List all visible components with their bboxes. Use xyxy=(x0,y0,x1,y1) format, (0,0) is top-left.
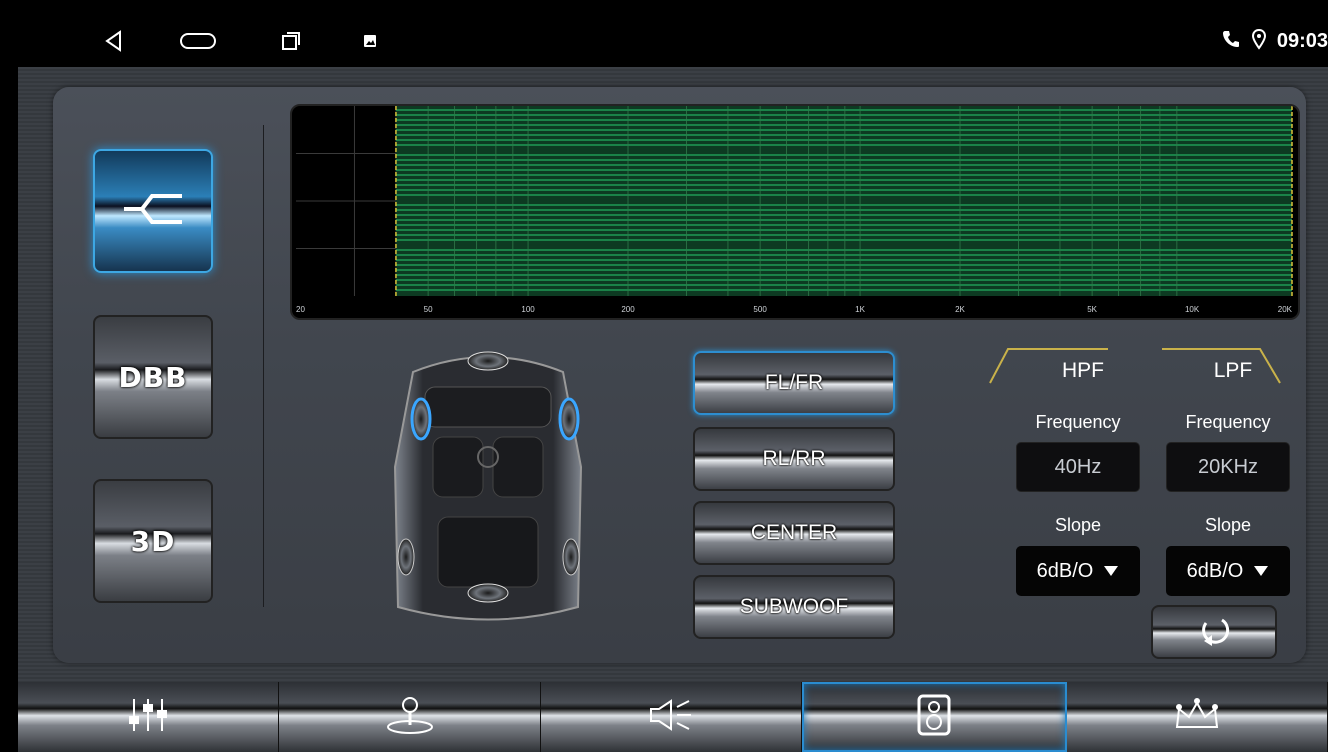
lpf-slope-select[interactable]: 6dB/O xyxy=(1166,546,1290,596)
speaker-icon xyxy=(916,694,952,741)
dbb-mode-button[interactable]: DBB xyxy=(93,315,213,439)
spectrum-svg: 20 50 100 200 500 1K 2K 5K 10K 20K xyxy=(296,106,1293,314)
car-speaker-diagram xyxy=(343,347,633,627)
main-stage: DBB 3D 20 50 100 200 500 1K 2K 5K 10K 20K xyxy=(18,67,1328,752)
x-tick-label: 100 xyxy=(521,305,535,314)
status-bar: 09:03 xyxy=(18,15,1328,67)
channel-label: SUBWOOF xyxy=(739,595,849,618)
audio-panel: DBB 3D 20 50 100 200 500 1K 2K 5K 10K 20K xyxy=(53,87,1306,663)
hpf-slope-value: 6dB/O xyxy=(1036,559,1094,582)
3d-mode-button[interactable]: 3D xyxy=(93,479,213,603)
hpf-frequency-label: Frequency xyxy=(1035,412,1121,432)
channel-rl-rr-button[interactable]: RL/RR xyxy=(693,427,895,491)
recents-icon[interactable] xyxy=(276,15,306,67)
hpf-title: HPF xyxy=(1062,359,1104,382)
x-tick-label: 5K xyxy=(1087,305,1097,314)
crossover-mode-button[interactable] xyxy=(93,149,213,273)
lpf-frequency-label: Frequency xyxy=(1185,412,1271,432)
tab-premium[interactable] xyxy=(1066,682,1328,752)
crown-icon xyxy=(1171,695,1223,740)
equalizer-icon xyxy=(126,695,170,740)
lpf-frequency-value[interactable]: 20KHz xyxy=(1166,442,1290,492)
back-icon[interactable] xyxy=(98,15,128,67)
channel-label: FL/FR xyxy=(764,371,824,394)
dropdown-arrow-icon xyxy=(1253,560,1269,583)
clock: 09:03 xyxy=(1276,29,1328,52)
phone-icon xyxy=(1221,29,1241,54)
reset-button[interactable] xyxy=(1151,605,1277,659)
channel-label: CENTER xyxy=(750,521,838,544)
x-tick-label: 20K xyxy=(1278,305,1293,314)
reset-icon xyxy=(1192,613,1236,652)
channel-fl-fr-button[interactable]: FL/FR xyxy=(693,351,895,415)
home-icon[interactable] xyxy=(178,15,218,67)
channel-subwoofer-button[interactable]: SUBWOOF xyxy=(693,575,895,639)
location-icon xyxy=(1251,28,1267,55)
x-tick-label: 2K xyxy=(955,305,965,314)
3d-label: 3D xyxy=(130,524,176,558)
channel-center-button[interactable]: CENTER xyxy=(693,501,895,565)
x-tick-label: 1K xyxy=(855,305,865,314)
x-tick-label: 50 xyxy=(424,305,433,314)
crossover-spectrum-chart[interactable]: 20 50 100 200 500 1K 2K 5K 10K 20K xyxy=(290,104,1300,320)
crossover-icon xyxy=(118,186,188,237)
tab-speaker[interactable] xyxy=(802,682,1067,752)
tab-equalizer[interactable] xyxy=(18,682,280,752)
lpf-slope-label: Slope xyxy=(1204,515,1252,535)
hpf-slope-select[interactable]: 6dB/O xyxy=(1016,546,1140,596)
lpf-title: LPF xyxy=(1213,359,1253,382)
image-notification-icon xyxy=(360,15,380,67)
lpf-slope-value: 6dB/O xyxy=(1186,559,1244,582)
x-tick-label: 20 xyxy=(296,305,305,314)
bottom-tab-bar xyxy=(18,682,1328,752)
divider xyxy=(263,125,264,607)
x-tick-label: 500 xyxy=(753,305,767,314)
x-tick-label: 10K xyxy=(1185,305,1200,314)
tab-volume[interactable] xyxy=(540,682,803,752)
hpf-slope-label: Slope xyxy=(1054,515,1102,535)
dbb-label: DBB xyxy=(118,360,188,394)
dropdown-arrow-icon xyxy=(1103,560,1119,583)
joystick-balance-icon xyxy=(382,695,438,740)
tab-balance[interactable] xyxy=(279,682,541,752)
x-tick-label: 200 xyxy=(621,305,635,314)
channel-label: RL/RR xyxy=(762,447,826,470)
volume-icon xyxy=(645,695,697,740)
hpf-frequency-value[interactable]: 40Hz xyxy=(1016,442,1140,492)
